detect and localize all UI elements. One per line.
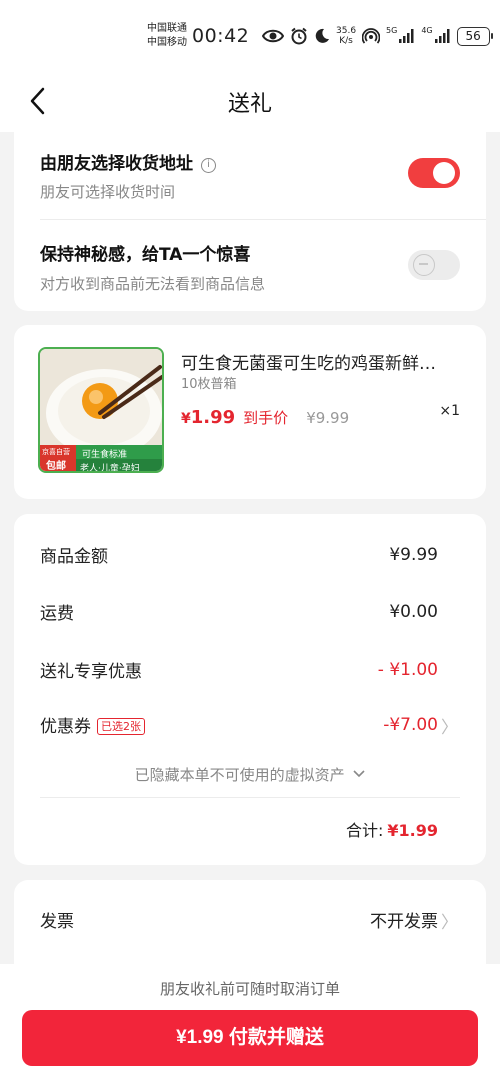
product-image[interactable]: 京喜自营 包邮 可生食标准 老人·儿童·孕妇 <box>38 347 164 473</box>
eye-icon <box>262 29 284 43</box>
alarm-icon <box>291 27 307 45</box>
bottom-bar: 朋友收礼前可随时取消订单 ¥1.99 付款并赠送 <box>0 964 500 1083</box>
price-symbol: ¥ <box>181 411 191 427</box>
divider <box>40 219 486 220</box>
mystery-title: 保持神秘感，给TA一个惊喜 <box>40 245 251 265</box>
mystery-toggle[interactable] <box>408 250 460 280</box>
signal-2-label: 4G <box>421 26 433 35</box>
network-speed-unit: K/s <box>339 36 353 46</box>
goods-amount-row: 商品金额 ¥9.99 <box>40 542 438 568</box>
product-name[interactable]: 可生食无菌蛋可生吃的鸡蛋新鲜… <box>181 349 457 374</box>
status-icons: 35.6 K/s 5G 4G 56 <box>262 26 493 46</box>
battery-icon: 56 <box>456 26 493 46</box>
price-value: 1.99 <box>190 407 236 428</box>
divider <box>40 797 460 798</box>
image-badge-standard: 可生食标准 <box>82 450 128 460</box>
shipping-value: ¥0.00 <box>389 601 438 622</box>
hotspot-icon <box>362 28 381 44</box>
price-tag: 到手价 <box>243 409 289 427</box>
invoice-value: 不开发票 <box>370 912 438 932</box>
gift-discount-label: 送礼专享优惠 <box>40 662 142 682</box>
network-speed-value: 35.6 <box>336 26 357 36</box>
invoice-row[interactable]: 发票 不开发票 <box>40 907 438 932</box>
chevron-right-icon[interactable]: 〉 <box>441 713 458 738</box>
current-price: ¥1.99 <box>181 407 235 428</box>
product-card: 京喜自营 包邮 可生食标准 老人·儿童·孕妇 可生食无菌蛋可生吃的鸡蛋新鲜… 1… <box>14 325 486 499</box>
gift-discount-row: 送礼专享优惠 - ¥1.00 <box>40 657 438 683</box>
carrier-2: 中国移动 <box>147 37 187 48</box>
moon-icon <box>315 28 329 43</box>
goods-amount-label: 商品金额 <box>40 547 108 567</box>
order-summary-card: 商品金额 ¥9.99 运费 ¥0.00 送礼专享优惠 - ¥1.00 优惠券 已选… <box>14 514 486 865</box>
image-badge-audience: 老人·儿童·孕妇 <box>80 464 140 473</box>
total-value: ¥1.99 <box>387 821 438 840</box>
hidden-assets-text: 已隐藏本单不可使用的虚拟资产 <box>134 766 345 784</box>
signal-1-icon <box>399 29 414 43</box>
info-icon[interactable]: i <box>201 158 216 173</box>
total-label: 合计: <box>345 821 384 840</box>
carrier-1: 中国联通 <box>147 23 187 34</box>
friend-address-title: 由朋友选择收货地址 <box>40 154 193 174</box>
image-badge-free-ship: 包邮 <box>46 461 66 472</box>
original-price: ¥9.99 <box>306 409 350 427</box>
coupon-row[interactable]: 优惠券 已选2张 -¥7.00 <box>40 712 438 738</box>
product-spec: 10枚普箱 <box>181 377 237 392</box>
order-total: 合计: ¥1.99 <box>346 817 438 841</box>
quantity: ×1 <box>439 403 460 419</box>
signal-1-label: 5G <box>386 26 398 35</box>
hidden-assets-toggle[interactable]: 已隐藏本单不可使用的虚拟资产 <box>14 764 486 785</box>
goods-amount-value: ¥9.99 <box>389 544 438 565</box>
coupon-label: 优惠券 <box>40 717 91 737</box>
page-title: 送礼 <box>227 92 272 117</box>
pay-and-gift-button[interactable]: ¥1.99 付款并赠送 <box>22 1010 478 1066</box>
friend-address-option: 由朋友选择收货地址 i <box>40 149 216 174</box>
shipping-label: 运费 <box>40 604 74 624</box>
mystery-sub: 对方收到商品前无法看到商品信息 <box>40 275 266 293</box>
chevron-down-icon <box>353 770 365 778</box>
price-row: ¥1.99 到手价 ¥9.99 <box>181 407 349 428</box>
friend-address-toggle[interactable] <box>408 158 460 188</box>
invoice-label: 发票 <box>40 912 74 932</box>
chevron-right-icon[interactable]: 〉 <box>441 908 458 933</box>
status-bar: 中国联通 中国移动 00:42 35.6 K/s 5G 4G 56 <box>0 0 500 70</box>
shipping-row: 运费 ¥0.00 <box>40 599 438 625</box>
coupon-badge: 已选2张 <box>97 718 145 735</box>
friend-address-sub: 朋友可选择收货时间 <box>40 183 176 201</box>
image-badge-seller: 京喜自营 <box>42 448 70 456</box>
carrier-names: 中国联通 中国移动 <box>147 22 187 50</box>
gift-options-card: 由朋友选择收货地址 i 朋友可选择收货时间 保持神秘感，给TA一个惊喜 对方收到商… <box>14 118 486 311</box>
cancel-note: 朋友收礼前可随时取消订单 <box>159 980 340 998</box>
status-time: 00:42 <box>192 25 250 47</box>
toggle-knob <box>433 162 455 184</box>
toggle-knob <box>413 254 435 276</box>
gift-discount-value: - ¥1.00 <box>377 659 438 680</box>
coupon-value: -¥7.00 <box>383 714 438 735</box>
network-speed: 35.6 K/s <box>336 26 356 46</box>
signal-2-icon <box>434 29 450 43</box>
